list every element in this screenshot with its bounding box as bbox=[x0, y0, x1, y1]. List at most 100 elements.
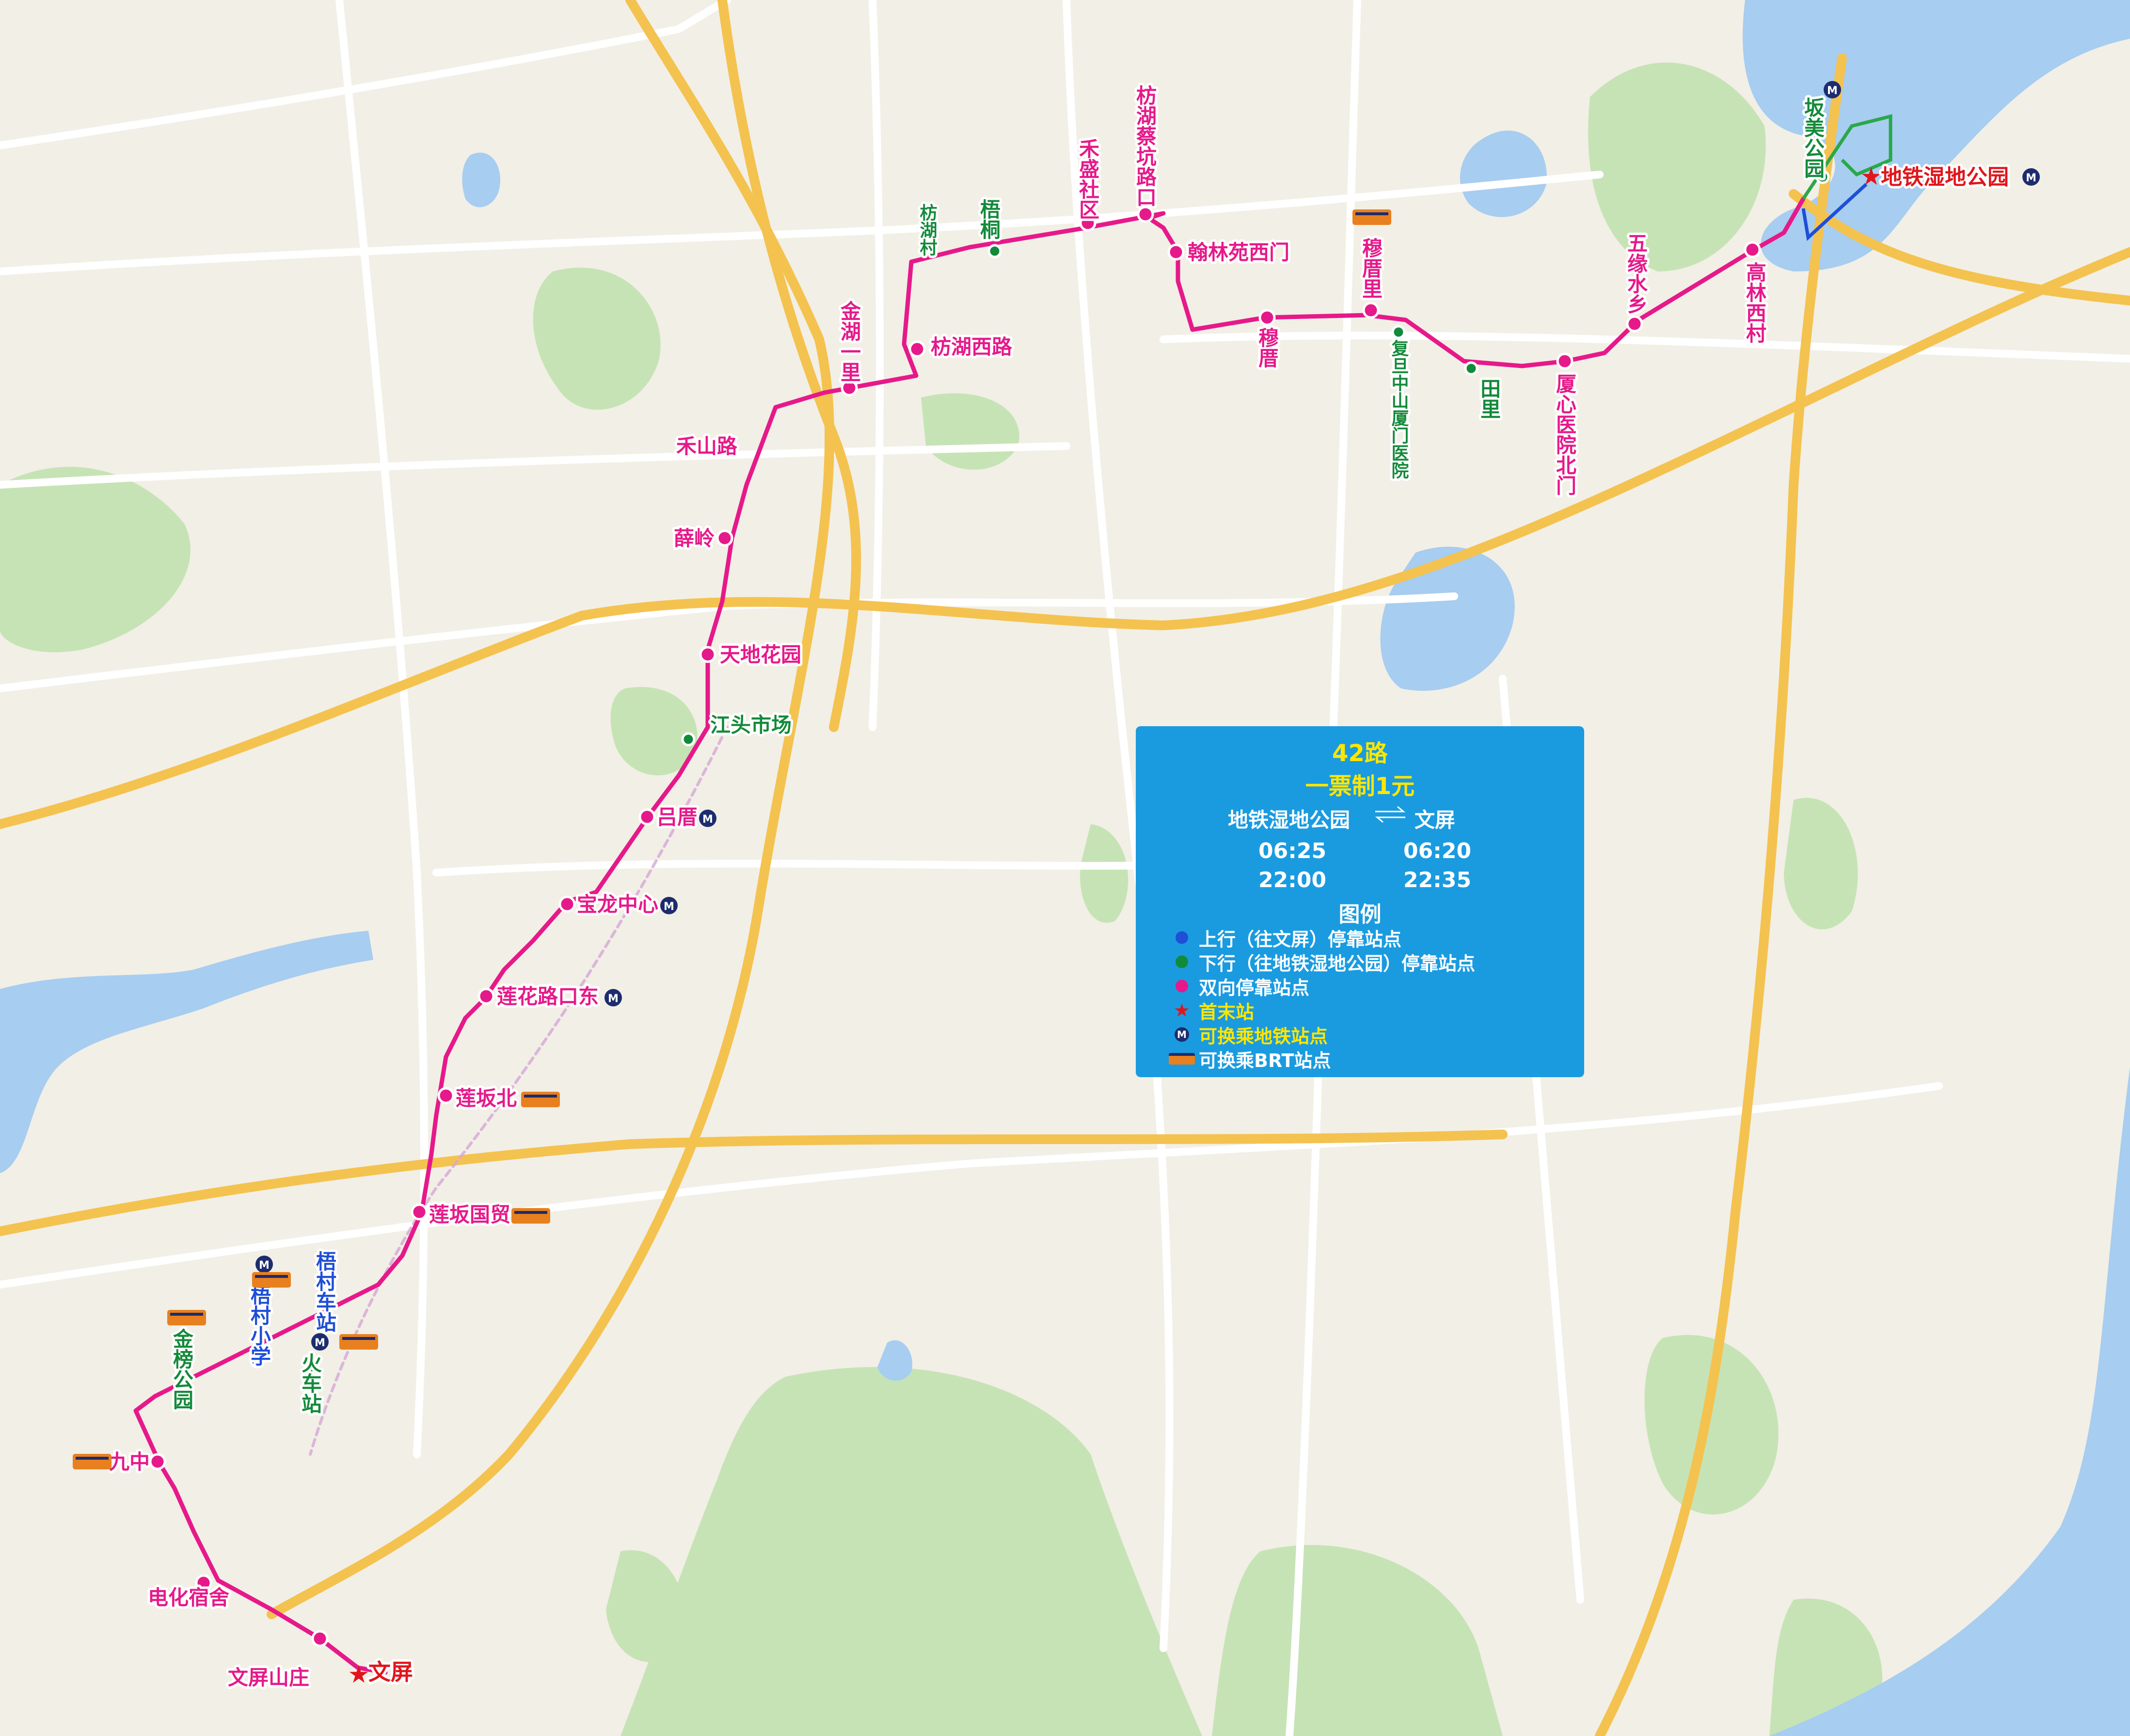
stop-label-wysx[interactable]: 五缘水乡 bbox=[1622, 230, 1651, 317]
legend-item-brt: 可换乘BRT站点 bbox=[1165, 1047, 1331, 1071]
stop-label-bmgy[interactable]: 坂美公园 bbox=[1799, 95, 1828, 181]
stop-label-lbb[interactable]: 莲坂北 bbox=[453, 1084, 519, 1113]
stop-marker-both[interactable] bbox=[1137, 206, 1154, 223]
stop-marker-down[interactable] bbox=[681, 732, 696, 747]
stop-marker-both[interactable] bbox=[638, 808, 656, 826]
stop-marker-both[interactable] bbox=[1258, 309, 1276, 326]
last-bus-to: 22:35 bbox=[1403, 868, 1472, 892]
svg-text:M: M bbox=[702, 813, 713, 826]
legend-label: 上行（往文屏）停靠站点 bbox=[1199, 928, 1402, 950]
stop-label-dtsd[interactable]: 地铁湿地公园 bbox=[1878, 162, 2011, 192]
svg-text:M: M bbox=[315, 1337, 325, 1349]
stop-marker-both[interactable] bbox=[149, 1453, 166, 1470]
metro-icon: M bbox=[604, 989, 622, 1006]
stop-label-fhc[interactable]: 枋湖村 bbox=[915, 201, 940, 258]
stop-marker-down[interactable] bbox=[1464, 361, 1478, 376]
route-info-panel: 42路 一票制1元 地铁湿地公园 文屏 06:25 06:20 22:00 22… bbox=[1136, 726, 1584, 1077]
stop-label-jz[interactable]: 九中 bbox=[107, 1448, 152, 1476]
legend-item-metro: M 可换乘地铁站点 bbox=[1165, 1023, 1328, 1047]
stop-marker-both[interactable] bbox=[1362, 302, 1380, 319]
stop-marker-both[interactable] bbox=[716, 529, 733, 547]
stop-marker-both[interactable] bbox=[437, 1087, 455, 1104]
brt-icon bbox=[521, 1092, 560, 1107]
metro-icon: M bbox=[311, 1333, 329, 1351]
svg-text:M: M bbox=[1827, 85, 1838, 97]
legend-label: 下行（往地铁湿地公园）停靠站点 bbox=[1199, 953, 1476, 974]
route-name: 42路 bbox=[1332, 740, 1388, 767]
metro-icon: M bbox=[1175, 1027, 1189, 1042]
brt-icon bbox=[167, 1310, 206, 1325]
stop-label-jbgy[interactable]: 金榜公园 bbox=[168, 1326, 196, 1412]
legend-label: 可换乘地铁站点 bbox=[1199, 1025, 1328, 1047]
stop-label-glxc[interactable]: 高林西村 bbox=[1741, 259, 1769, 346]
blue-dot-icon bbox=[1176, 931, 1188, 944]
stop-label-tdhy[interactable]: 天地花园 bbox=[717, 640, 804, 669]
stop-marker-down[interactable] bbox=[987, 244, 1002, 258]
stop-label-fhxl[interactable]: 枋湖西路 bbox=[928, 333, 1015, 361]
brt-icon bbox=[73, 1454, 111, 1469]
stop-label-jtsc[interactable]: 江头市场 bbox=[708, 711, 794, 739]
stop-label-dhss[interactable]: 电化宿舍 bbox=[145, 1583, 232, 1612]
stop-marker-both[interactable] bbox=[477, 987, 495, 1005]
last-bus-from: 22:00 bbox=[1258, 868, 1327, 892]
metro-icon: M bbox=[699, 810, 716, 827]
legend-item-down: 下行（往地铁湿地公园）停靠站点 bbox=[1165, 950, 1476, 974]
metro-icon: M bbox=[255, 1256, 273, 1273]
stop-marker-both[interactable] bbox=[558, 895, 576, 913]
map-canvas: ★ ★ 地铁湿地公园 坂美公园 高林西村 五缘水乡 厦心医院北门 田里 复旦中山厦… bbox=[0, 0, 2130, 1736]
terminal-star-icon[interactable]: ★ bbox=[348, 1660, 370, 1688]
stop-label-blzx[interactable]: 宝龙中心 bbox=[574, 890, 661, 919]
stop-label-wpsz[interactable]: 文屏山庄 bbox=[225, 1663, 312, 1692]
stop-label-lbgm[interactable]: 莲坂国贸 bbox=[427, 1200, 513, 1229]
stop-label-hsl[interactable]: 禾山路 bbox=[674, 432, 740, 461]
stop-label-mc[interactable]: 穆厝 bbox=[1253, 325, 1282, 370]
park-areas bbox=[0, 62, 1891, 1736]
stop-label-wt[interactable]: 梧桐 bbox=[975, 196, 1003, 242]
first-bus-to: 06:20 bbox=[1403, 839, 1472, 863]
stop-label-lc[interactable]: 吕厝 bbox=[654, 803, 700, 831]
stop-marker-both[interactable] bbox=[841, 379, 858, 397]
stop-marker-both[interactable] bbox=[1556, 352, 1574, 370]
first-bus-from: 06:25 bbox=[1258, 839, 1327, 863]
stop-marker-both[interactable] bbox=[311, 1630, 329, 1647]
stop-marker-both[interactable] bbox=[699, 646, 716, 663]
stop-marker-both[interactable] bbox=[411, 1203, 428, 1221]
metro-icon: M bbox=[2022, 168, 2040, 186]
stop-label-fdzs[interactable]: 复旦中山厦门医院 bbox=[1386, 337, 1412, 481]
stop-label-hssq[interactable]: 禾盛社区 bbox=[1074, 136, 1102, 222]
brt-icon bbox=[1352, 209, 1391, 225]
stop-label-xxyy[interactable]: 厦心医院北门 bbox=[1551, 371, 1579, 498]
direction-from: 地铁湿地公园 bbox=[1228, 808, 1351, 832]
legend-item-up: 上行（往文屏）停靠站点 bbox=[1165, 926, 1402, 950]
brt-icon bbox=[511, 1208, 550, 1224]
legend-item-terminal: ★ 首末站 bbox=[1165, 999, 1255, 1023]
svg-text:M: M bbox=[259, 1259, 270, 1272]
stop-label-jhyl[interactable]: 金湖一里 bbox=[835, 298, 864, 384]
stop-label-wcxx[interactable]: 梧村小学 bbox=[245, 1282, 274, 1369]
stop-marker-both[interactable] bbox=[1744, 241, 1761, 258]
stop-label-tl[interactable]: 田里 bbox=[1475, 376, 1504, 421]
route-map[interactable]: ★ ★ 地铁湿地公园 坂美公园 高林西村 五缘水乡 厦心医院北门 田里 复旦中山厦… bbox=[0, 0, 2130, 1736]
stop-label-hlyxm[interactable]: 翰林苑西门 bbox=[1185, 238, 1292, 267]
stop-marker-both[interactable] bbox=[908, 340, 926, 358]
stop-label-wp[interactable]: 文屏 bbox=[366, 1656, 415, 1688]
legend-item-both: 双向停靠站点 bbox=[1165, 974, 1309, 999]
stop-label-lhlkd[interactable]: 莲花路口东 bbox=[494, 982, 601, 1011]
stop-label-wccz[interactable]: 梧村车站 bbox=[311, 1248, 339, 1335]
stop-label-hcz[interactable]: 火车站 bbox=[296, 1350, 325, 1416]
stop-label-mcl[interactable]: 穆厝里 bbox=[1357, 235, 1385, 301]
stop-label-fhck[interactable]: 枋湖蔡坑路口 bbox=[1131, 82, 1160, 209]
brt-icon bbox=[1169, 1053, 1195, 1065]
svg-text:M: M bbox=[664, 901, 674, 913]
stop-marker-down[interactable] bbox=[1391, 325, 1406, 339]
stop-label-xl[interactable]: 薛岭 bbox=[671, 524, 717, 553]
metro-icon: M bbox=[660, 897, 678, 914]
stop-marker-both[interactable] bbox=[1167, 243, 1185, 261]
fare-text: 一票制1元 bbox=[1305, 773, 1415, 800]
stop-marker-both[interactable] bbox=[1626, 315, 1643, 333]
legend-label: 可换乘BRT站点 bbox=[1199, 1050, 1331, 1071]
bidirectional-arrow-icon bbox=[1375, 806, 1406, 823]
brt-icon bbox=[339, 1334, 378, 1350]
legend-label: 首末站 bbox=[1199, 1001, 1255, 1023]
terminal-star-icon[interactable]: ★ bbox=[1860, 162, 1882, 191]
